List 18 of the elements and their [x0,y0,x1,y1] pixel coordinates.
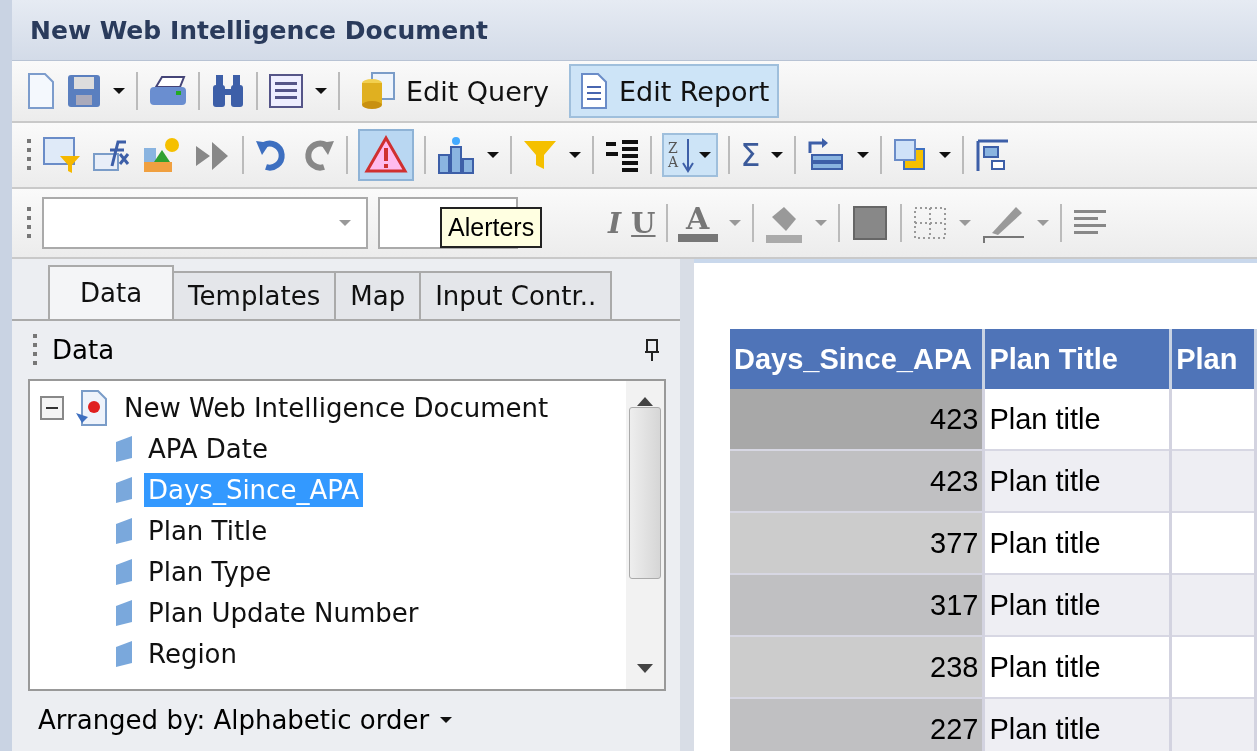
table-cell: 377 [730,512,984,574]
table-cell: Plan title [983,698,1171,751]
table-cell: 423 [730,450,984,512]
table-cell: Plan title [983,450,1171,512]
tooltip: Alerters [440,207,543,248]
column-header: Days_Since_APA [730,329,984,389]
table-cell: 238 [730,636,984,698]
panel-title: Data [52,335,116,365]
table-cell: Plan title [983,636,1171,698]
window-title: New Web Intelligence Document [12,0,1257,61]
table-cell: 317 [730,574,984,636]
column-header: Plan Title [983,329,1171,389]
table-cell: 227 [730,698,984,751]
table-cell: Plan title [983,389,1171,450]
table-cell: 423 [730,389,984,450]
table-cell: Plan title [983,574,1171,636]
column-header: Plan [1170,329,1256,389]
table-cell: Plan title [983,512,1171,574]
